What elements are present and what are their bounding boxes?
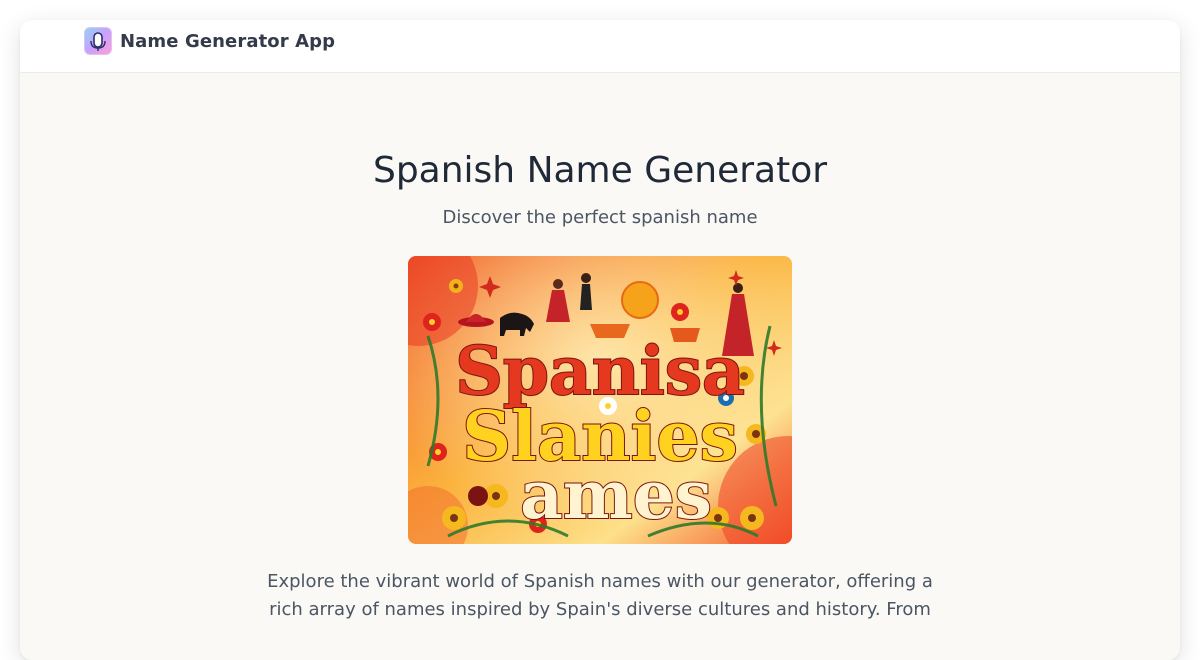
- app-logo-icon[interactable]: [84, 27, 112, 55]
- page-description: Explore the vibrant world of Spanish nam…: [267, 571, 933, 620]
- poster-sun: [621, 281, 659, 319]
- top-navbar: Name Generator App: [20, 20, 1180, 73]
- page-title: Spanish Name Generator: [372, 150, 828, 191]
- poster-word-3: ames: [520, 456, 712, 534]
- page-subtitle: Discover the perfect spanish name: [442, 207, 758, 228]
- hero-illustration: Spanisa Slanies ames: [408, 256, 792, 544]
- page-card: Name Generator App Spanish Name Generato…: [20, 20, 1180, 660]
- app-brand-name[interactable]: Name Generator App: [120, 31, 335, 52]
